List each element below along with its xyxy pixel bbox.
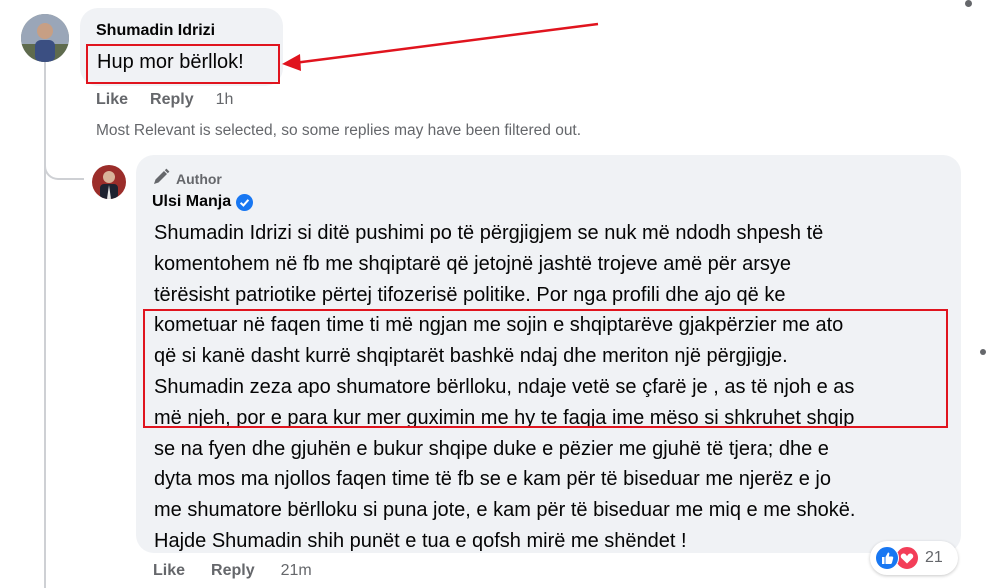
thread-line-vertical xyxy=(44,62,46,588)
verified-check-icon xyxy=(236,193,254,211)
reply-text-line: tërësisht patriotike përtej tifozerisë p… xyxy=(154,283,786,306)
reply-text-line: me shumatore bërlloku si puna jote, e ka… xyxy=(154,499,856,522)
avatar[interactable] xyxy=(21,14,69,62)
reply-text-line: dyta mos ma njollos faqen time të fb se … xyxy=(154,468,832,491)
reply-author-name[interactable]: Ulsi Manja xyxy=(152,193,231,211)
like-button[interactable]: Like xyxy=(153,562,185,580)
filter-notice: Most Relevant is selected, so some repli… xyxy=(96,122,582,139)
annotation-arrow xyxy=(282,22,599,71)
like-button[interactable]: Like xyxy=(96,91,128,109)
pencil-icon xyxy=(152,168,170,189)
more-options-icon[interactable] xyxy=(965,0,972,7)
reply-text-line: Hajde Shumadin shih punët e tua e qofsh … xyxy=(154,529,687,552)
like-reaction-icon xyxy=(875,546,899,570)
thread-line-curve xyxy=(44,150,84,180)
reaction-count: 21 xyxy=(925,549,943,566)
reaction-summary[interactable]: 21 xyxy=(870,541,958,575)
reply-text-line: Shumadin Idrizi si ditë pushimi po të pë… xyxy=(154,222,824,244)
reply-text-line: se na fyen dhe gjuhën e bukur shqipe duk… xyxy=(154,437,829,460)
reply-text-line: komentohem në fb me shqiptarë që jetojnë… xyxy=(154,252,792,275)
reply-button[interactable]: Reply xyxy=(211,562,255,580)
annotation-box-reply xyxy=(143,309,948,428)
annotation-box-comment xyxy=(86,44,280,84)
comment-timestamp[interactable]: 1h xyxy=(216,91,234,109)
comment-author-name[interactable]: Shumadin Idrizi xyxy=(96,22,215,40)
author-badge-label: Author xyxy=(176,170,222,187)
reply-button[interactable]: Reply xyxy=(150,91,194,109)
reply-timestamp[interactable]: 21m xyxy=(281,562,312,580)
author-badge: Author xyxy=(152,168,222,189)
avatar[interactable] xyxy=(92,165,126,199)
reply-actions: Like Reply 21m xyxy=(153,562,312,580)
comment-actions: Like Reply 1h xyxy=(96,91,233,109)
more-options-icon[interactable] xyxy=(980,349,986,355)
